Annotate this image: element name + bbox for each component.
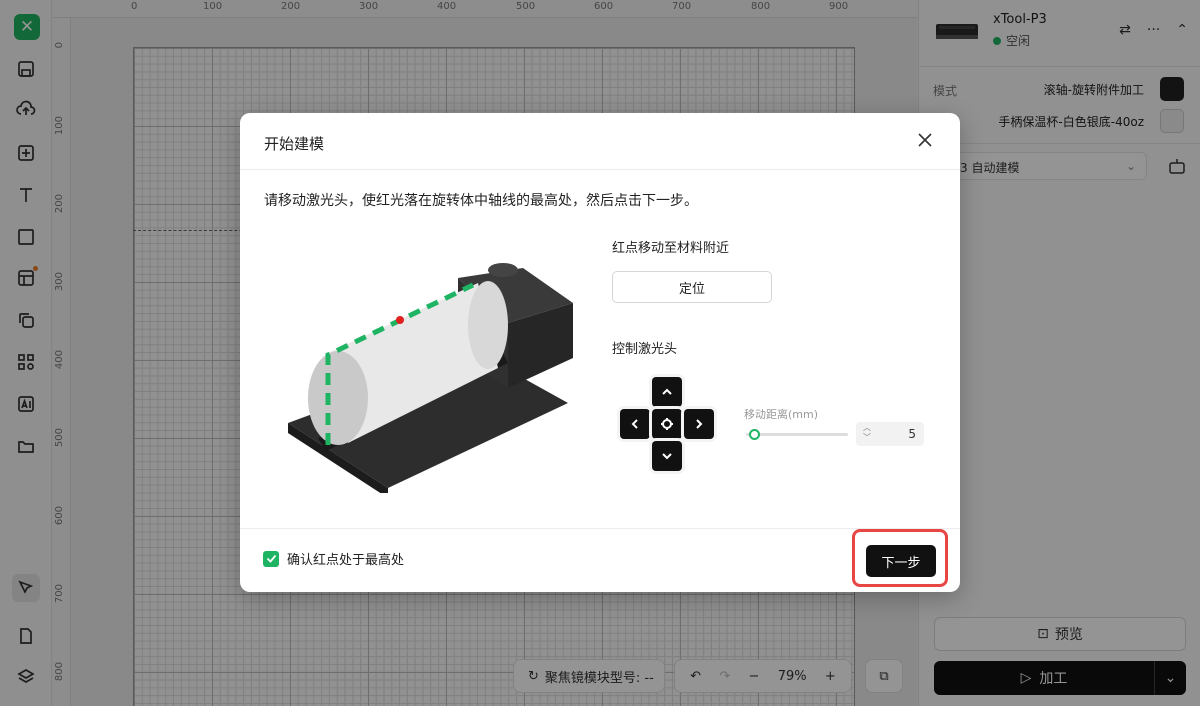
section-control-laser-head: 控制激光头 [612,342,678,357]
confirm-highest-point[interactable]: 确认红点处于最高处 [263,549,404,568]
dialog-title: 开始建模 [264,135,325,153]
close-icon[interactable] [916,131,934,149]
slider-thumb[interactable] [749,429,760,440]
direction-pad [616,371,718,473]
move-distance-slider[interactable] [746,433,848,436]
divider [240,528,960,529]
checkbox-checked[interactable] [263,550,279,567]
confirm-label: 确认红点处于最高处 [287,553,405,568]
chevron-left-icon [631,419,638,429]
section-move-red-dot: 红点移动至材料附近 [612,241,730,256]
dialog-instruction: 请移动激光头，使红光落在旋转体中轴线的最高处，然后点击下一步。 [264,193,698,209]
move-down-button[interactable] [652,441,682,471]
position-button[interactable]: 定位 [612,271,772,303]
home-crosshair-button[interactable] [652,409,682,439]
move-distance-value[interactable]: 5 [908,427,916,441]
divider [240,169,960,170]
check-icon [266,554,276,563]
stepper-arrows-icon[interactable]: ︿ ﹀ [863,423,871,443]
chevron-right-icon [696,419,703,429]
move-left-button[interactable] [620,409,650,439]
crosshair-icon [661,418,673,430]
chevron-up-icon [662,388,672,395]
move-distance-stepper[interactable]: ︿ ﹀ 5 [856,422,924,446]
move-distance-label: 移动距离(mm) [744,408,819,421]
rotary-roller-illustration [288,263,573,493]
next-step-button[interactable]: 下一步 [866,545,936,577]
move-up-button[interactable] [652,377,682,407]
start-modeling-dialog: 开始建模 请移动激光头，使红光落在旋转体中轴线的最高处，然后点击下一步。 红点移… [240,113,960,592]
chevron-down-icon [662,453,672,460]
move-right-button[interactable] [684,409,714,439]
